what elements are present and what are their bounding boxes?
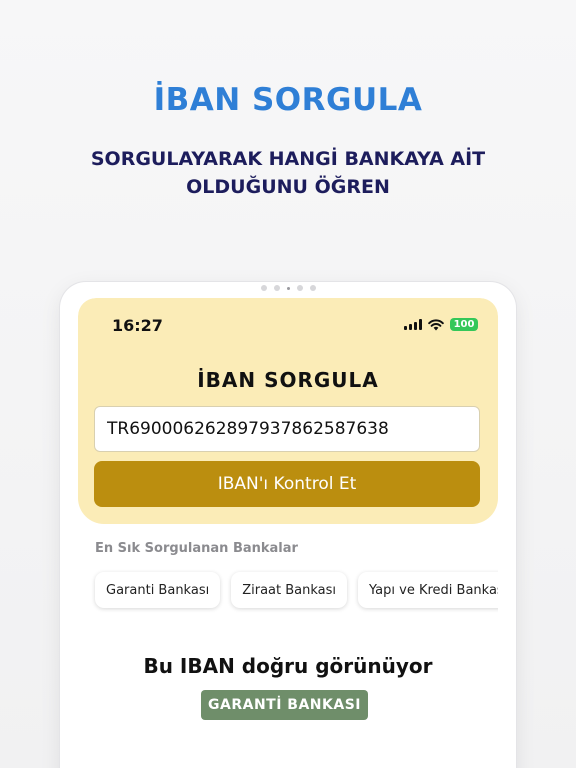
bank-chip-garanti[interactable]: Garanti Bankası (95, 572, 221, 608)
iban-input[interactable] (94, 406, 480, 452)
tablet-frame: 16:27 100 İBAN SORGULA IBAN'ı Kontrol Et (60, 282, 516, 768)
app-store-screenshot: İBAN SORGULA SORGULAYARAK HANGİ BANKAYA … (0, 0, 576, 768)
signal-icon (404, 319, 422, 330)
wifi-icon (428, 318, 444, 330)
camera-dot (260, 285, 267, 291)
popular-banks-label: En Sık Sorgulanan Bankalar (95, 541, 298, 556)
header-card: 16:27 100 İBAN SORGULA IBAN'ı Kontrol Et (78, 298, 498, 524)
check-iban-button[interactable]: IBAN'ı Kontrol Et (94, 461, 480, 507)
popular-banks-list: Garanti Bankası Ziraat Bankası Yapı ve K… (95, 572, 498, 608)
camera-dot (296, 285, 303, 291)
result-title: Bu IBAN doğru görünüyor (143, 654, 433, 678)
camera-dot (273, 285, 280, 291)
status-time: 16:27 (112, 316, 163, 335)
status-icons: 100 (404, 318, 478, 331)
bank-chip-yapi-kredi[interactable]: Yapı ve Kredi Bankası (358, 572, 498, 608)
result-bank-badge: GARANTİ BANKASI (201, 690, 368, 720)
promo-title: İBAN SORGULA (153, 82, 423, 118)
camera-dot (309, 285, 316, 291)
battery-icon: 100 (450, 318, 478, 331)
bank-chip-ziraat[interactable]: Ziraat Bankası (231, 572, 348, 608)
camera-dots (60, 285, 516, 291)
camera-lens (286, 286, 290, 290)
app-screen: 16:27 100 İBAN SORGULA IBAN'ı Kontrol Et (78, 298, 498, 768)
promo-subtitle: SORGULAYARAK HANGİ BANKAYA AİT OLDUĞUNU … (90, 148, 486, 198)
screen-title: İBAN SORGULA (197, 368, 379, 392)
